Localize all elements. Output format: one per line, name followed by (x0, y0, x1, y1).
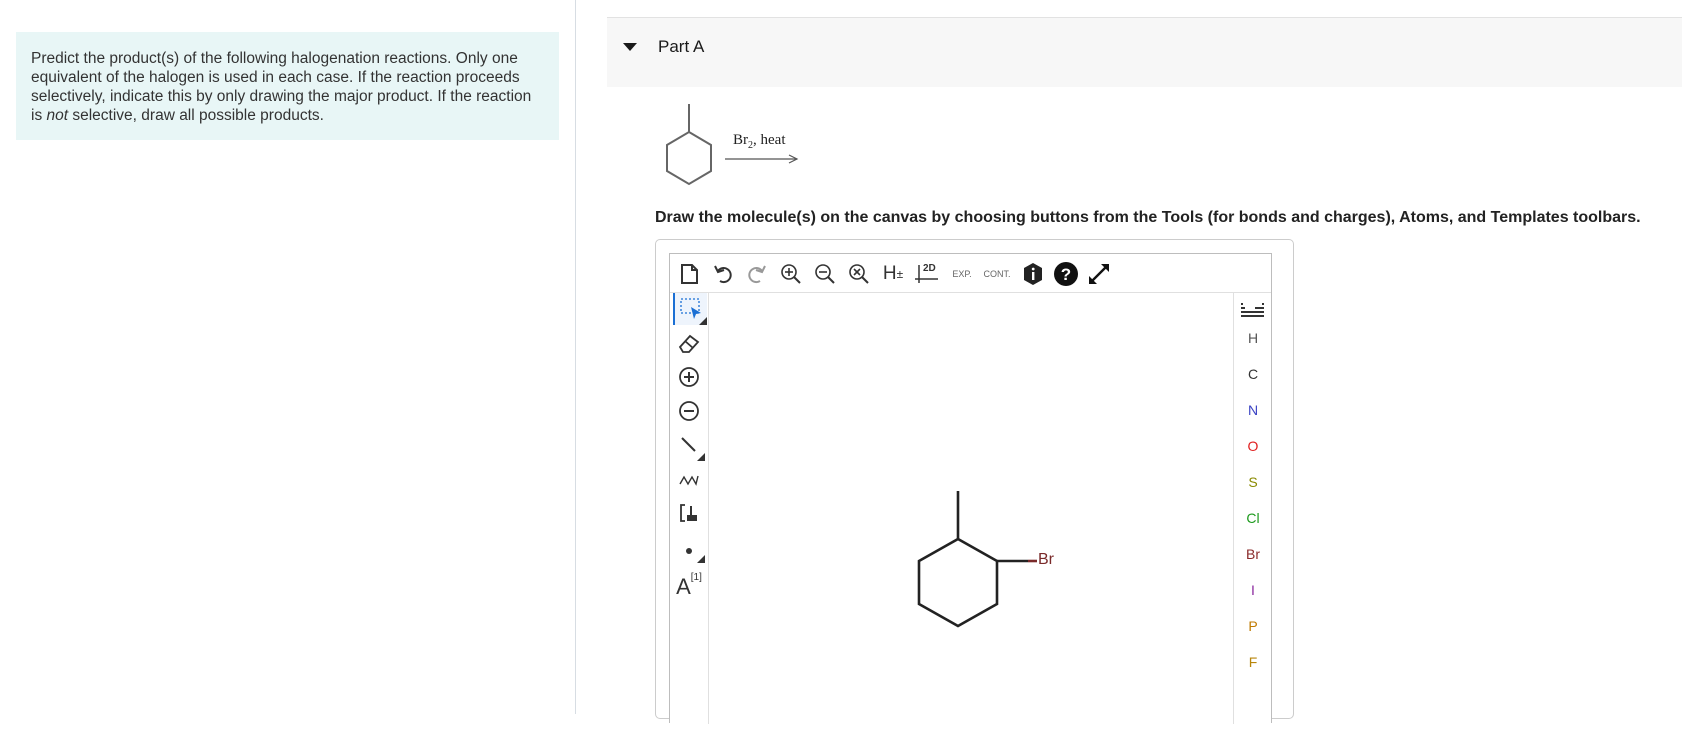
plus-circle-icon (679, 367, 699, 387)
single-bond-tool-button[interactable] (673, 429, 705, 461)
intro-text-2: selective, draw all possible products. (68, 107, 324, 124)
svg-text:?: ? (1061, 265, 1071, 284)
reaction-scheme: Br2, heat (660, 100, 820, 195)
atom-button-f[interactable]: F (1234, 648, 1272, 676)
redo-icon (748, 265, 766, 284)
atom-button-i[interactable]: I (1234, 576, 1272, 604)
undo-icon (714, 265, 732, 284)
positive-charge-button[interactable] (673, 361, 705, 393)
atom-button-p[interactable]: P (1234, 612, 1272, 640)
chain-tool-button[interactable] (673, 463, 705, 495)
periodic-table-button[interactable] (1241, 302, 1265, 323)
reaction-arrow-icon (725, 154, 799, 164)
exp-label: EXP. (952, 269, 972, 279)
eraser-tool-button[interactable] (673, 327, 705, 359)
info-icon (1024, 263, 1042, 285)
atom-button-o[interactable]: O (1234, 432, 1272, 460)
question-intro: Predict the product(s) of the following … (16, 32, 559, 140)
new-document-icon (681, 264, 698, 284)
clean-2d-button[interactable]: 2D (912, 259, 942, 289)
new-document-button[interactable] (674, 259, 704, 289)
bromine-atom-label: Br (1038, 551, 1054, 568)
atom-map-a-label: A (676, 574, 691, 599)
radical-tool-button[interactable] (673, 531, 705, 563)
intro-emphasis: not (46, 107, 69, 124)
drawing-canvas[interactable]: Br (709, 293, 1233, 724)
chain-icon (679, 475, 699, 486)
caret-down-icon[interactable] (623, 43, 637, 51)
left-pane: Predict the product(s) of the following … (0, 0, 576, 714)
sgroup-tool-button[interactable] (673, 497, 705, 529)
molecule-editor: H ± 2D EXP. CONT. ? A [1] Br H C N O S C… (669, 253, 1272, 724)
h-label: H (882, 263, 897, 284)
eraser-icon (678, 334, 700, 353)
contract-button[interactable]: CONT. (980, 259, 1014, 289)
redo-button[interactable] (742, 259, 772, 289)
fullscreen-button[interactable] (1084, 259, 1114, 289)
zoom-reset-icon (849, 264, 869, 284)
zoom-out-button[interactable] (810, 259, 840, 289)
molecule-drawing (917, 491, 1037, 628)
atom-button-s[interactable]: S (1234, 468, 1272, 496)
undo-button[interactable] (708, 259, 738, 289)
atom-button-cl[interactable]: Cl (1234, 504, 1272, 532)
minus-circle-icon (679, 401, 699, 421)
zoom-in-icon (781, 264, 801, 284)
expand-button[interactable]: EXP. (946, 259, 978, 289)
zoom-reset-button[interactable] (844, 259, 874, 289)
left-toolbar: A [1] (670, 292, 709, 724)
atom-button-h[interactable]: H (1234, 324, 1272, 352)
zoom-in-button[interactable] (776, 259, 806, 289)
fullscreen-icon (1089, 264, 1109, 284)
atom-mapping-button[interactable]: A [1] (673, 567, 705, 600)
atom-button-n[interactable]: N (1234, 396, 1272, 424)
top-toolbar: H ± 2D EXP. CONT. ? (670, 254, 1271, 293)
atom-button-br[interactable]: Br (1234, 540, 1272, 568)
part-a-header[interactable]: Part A (607, 17, 1682, 87)
plus-minus-label: ± (896, 267, 904, 281)
cont-label: CONT. (983, 269, 1011, 279)
atom-button-c[interactable]: C (1234, 360, 1272, 388)
periodic-table-icon (1241, 303, 1264, 317)
info-button[interactable] (1018, 259, 1048, 289)
right-toolbar: H C N O S Cl Br I P F (1233, 292, 1272, 724)
help-button[interactable]: ? (1051, 259, 1081, 289)
sgroup-bracket-icon (680, 504, 697, 522)
help-icon: ? (1054, 262, 1078, 286)
zoom-out-icon (815, 264, 835, 284)
toggle-hydrogens-button[interactable]: H ± (878, 259, 908, 289)
part-title[interactable]: Part A (658, 37, 704, 57)
atom-map-number-label: [1] (690, 571, 702, 583)
negative-charge-button[interactable] (673, 395, 705, 427)
2d-label: 2D (923, 263, 936, 274)
select-tool-button[interactable] (673, 293, 707, 325)
instructions: Draw the molecule(s) on the canvas by ch… (655, 209, 1641, 226)
